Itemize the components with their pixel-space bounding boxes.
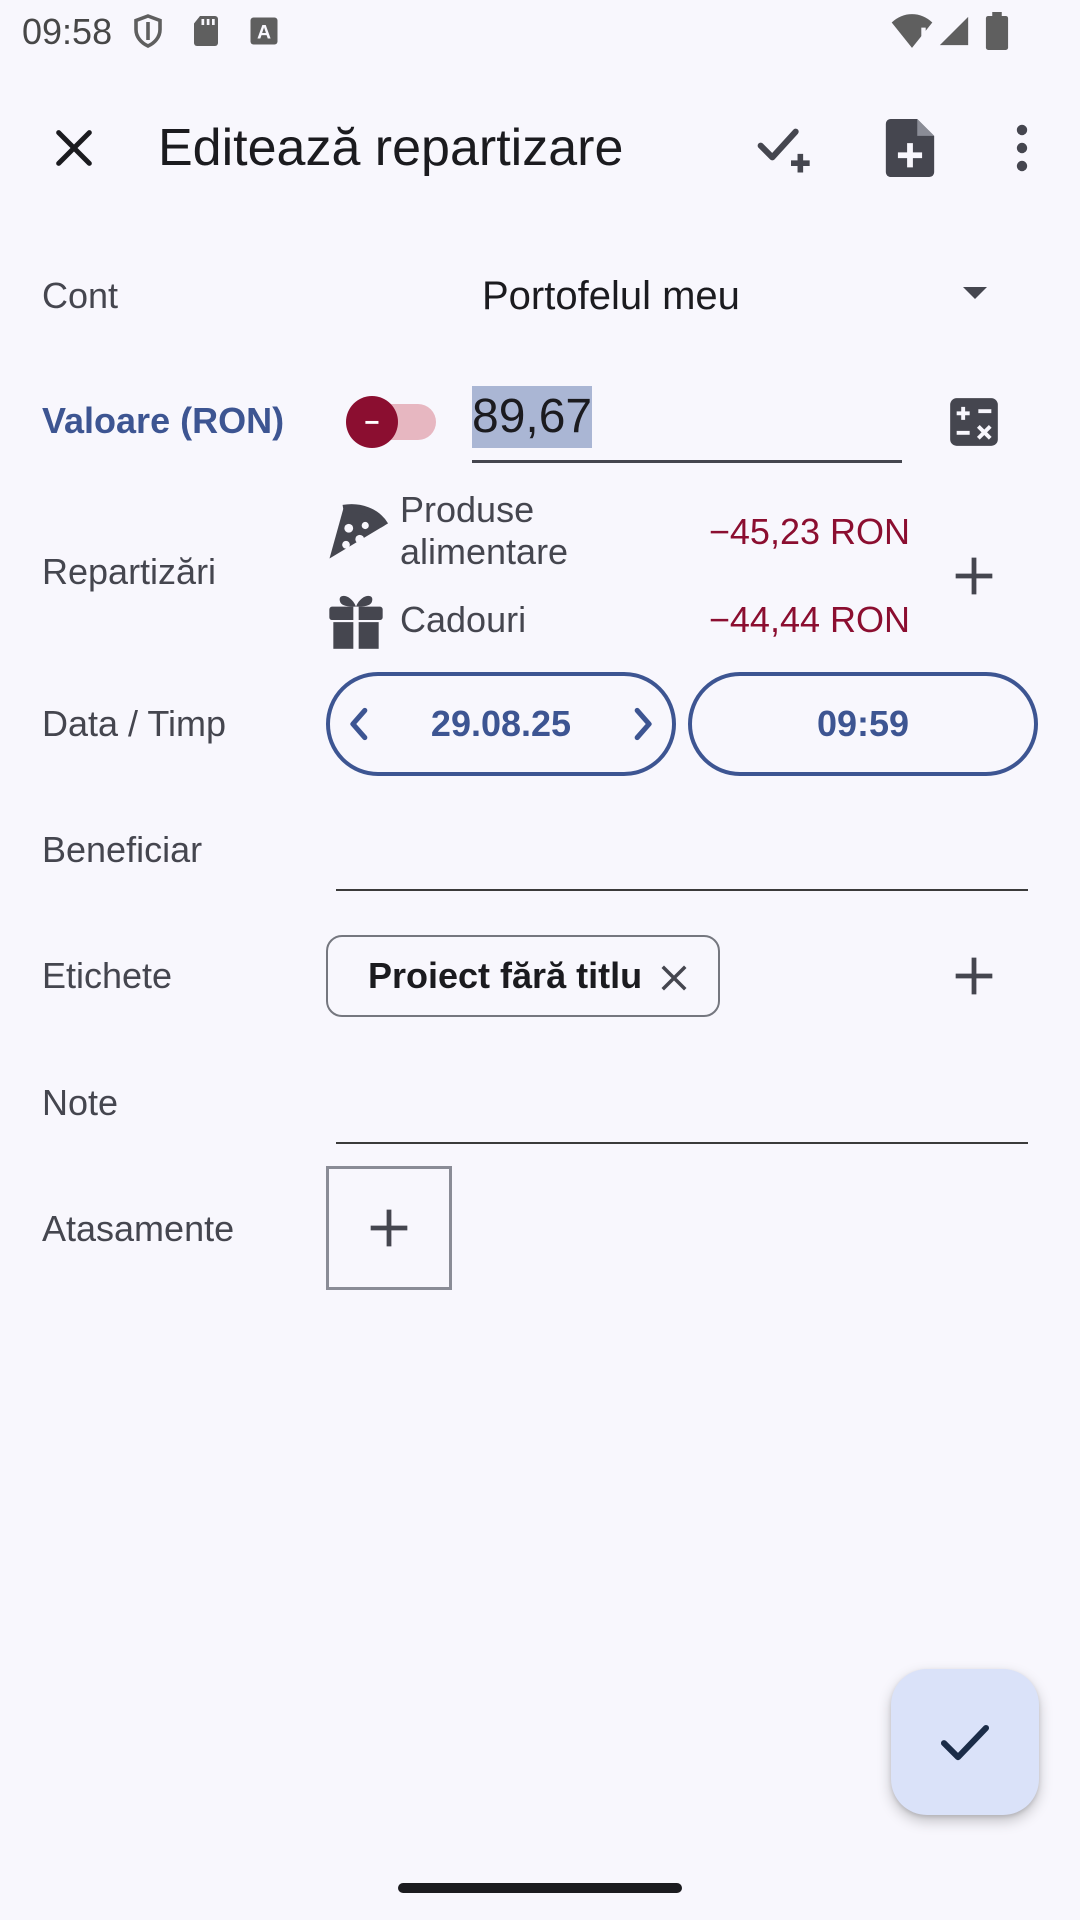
check-add-icon xyxy=(757,128,810,173)
save-and-new-button[interactable] xyxy=(736,100,832,196)
notes-underline xyxy=(336,1142,1028,1144)
date-button[interactable]: 29.08.25 xyxy=(326,672,676,776)
time-button[interactable]: 09:59 xyxy=(688,672,1038,776)
amount-label: Valoare (RON) xyxy=(42,400,285,441)
split-category-line2: alimentare xyxy=(400,531,569,572)
home-indicator[interactable] xyxy=(398,1883,682,1893)
next-day-button[interactable] xyxy=(626,702,662,746)
add-tag-button[interactable] xyxy=(944,946,1004,1006)
battery-icon xyxy=(985,12,1009,50)
split-row[interactable]: Produse alimentare −45,23 RON xyxy=(322,488,942,578)
check-icon xyxy=(940,1724,990,1761)
splits-label: Repartizări xyxy=(42,551,217,592)
account-dropdown[interactable]: Portofelul meu xyxy=(470,250,1030,342)
minus-sign: − xyxy=(364,407,380,437)
account-label: Cont xyxy=(42,275,119,316)
split-row[interactable]: Cadouri −44,44 RON xyxy=(322,586,942,654)
close-icon xyxy=(661,965,687,991)
close-button[interactable] xyxy=(26,100,122,196)
date-value: 29.08.25 xyxy=(430,703,572,744)
split-category-line1: Cadouri xyxy=(400,599,527,640)
plus-icon xyxy=(370,1209,408,1247)
toggle-thumb: − xyxy=(346,396,398,448)
wifi-alert-icon xyxy=(891,14,933,48)
new-document-icon xyxy=(885,119,935,177)
time-value: 09:59 xyxy=(816,703,910,744)
split-category-line1: Produse xyxy=(400,489,535,530)
amount-underline xyxy=(472,460,902,463)
shield-icon xyxy=(134,14,162,48)
amount-input[interactable]: 89,67 xyxy=(472,382,902,466)
attachments-label: Atasamente xyxy=(42,1208,235,1249)
new-document-button[interactable] xyxy=(862,100,958,196)
dropdown-arrow-icon xyxy=(963,287,987,299)
status-time: 09:58 xyxy=(22,11,113,52)
calculator-icon xyxy=(950,398,998,446)
add-attachment-button[interactable] xyxy=(326,1166,452,1290)
amount-value: 89,67 xyxy=(472,386,593,448)
calculator-button[interactable] xyxy=(948,396,1000,448)
split-amount: −44,44 RON xyxy=(708,599,910,640)
payee-label: Beneficiar xyxy=(42,829,203,870)
datetime-label: Data / Timp xyxy=(42,703,227,744)
chevron-left-icon xyxy=(350,707,368,741)
close-icon xyxy=(56,130,92,166)
notes-label: Note xyxy=(42,1082,119,1123)
svg-text:A: A xyxy=(257,22,271,44)
gift-icon xyxy=(329,595,383,650)
plus-icon xyxy=(955,957,993,995)
account-value: Portofelul meu xyxy=(482,274,740,318)
payee-input[interactable] xyxy=(336,800,1028,892)
cell-signal-icon xyxy=(939,16,969,46)
add-split-button[interactable] xyxy=(944,546,1004,606)
payee-underline xyxy=(336,889,1028,891)
more-vert-icon xyxy=(1016,124,1028,172)
previous-day-button[interactable] xyxy=(340,702,376,746)
keyboard-a-icon: A xyxy=(250,17,278,45)
tags-label: Etichete xyxy=(42,955,173,996)
page-title: Editează repartizare xyxy=(158,119,624,177)
pizza-icon xyxy=(329,504,389,559)
tag-chip-label: Proiect fără titlu xyxy=(368,955,643,996)
split-amount: −45,23 RON xyxy=(708,511,910,552)
notes-input[interactable] xyxy=(336,1052,1028,1145)
sd-card-icon xyxy=(194,16,218,46)
save-fab[interactable] xyxy=(891,1669,1039,1815)
plus-icon xyxy=(955,557,993,595)
sign-toggle[interactable]: − xyxy=(346,396,436,448)
remove-tag-button[interactable] xyxy=(652,956,696,1000)
more-options-button[interactable] xyxy=(974,100,1070,196)
chevron-right-icon xyxy=(634,707,652,741)
